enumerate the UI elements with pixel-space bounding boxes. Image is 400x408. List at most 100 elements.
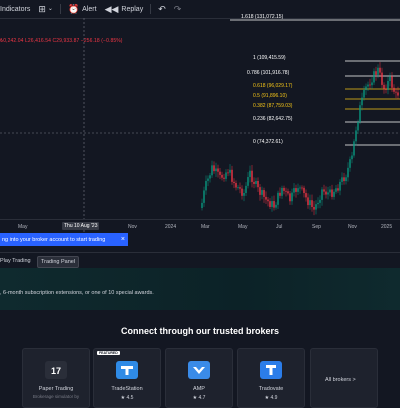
candle-body bbox=[331, 189, 333, 197]
fib-level-label: 0.618 (96,029.17) bbox=[253, 83, 293, 89]
fib-level-label: 0 (74,372.61) bbox=[253, 139, 283, 145]
candle-body bbox=[271, 201, 273, 207]
toolbar-divider bbox=[150, 4, 152, 14]
featured-badge: FEATURED bbox=[97, 351, 120, 355]
candle-body bbox=[305, 193, 307, 198]
candle-body bbox=[369, 84, 371, 86]
candle-body bbox=[387, 81, 389, 90]
candle-body bbox=[203, 190, 205, 203]
broker-card-tradestation[interactable]: FEATURED TradeStation ★ 4.5 bbox=[93, 348, 161, 408]
candlestick-plot[interactable] bbox=[0, 18, 400, 236]
candle-body bbox=[289, 193, 291, 202]
candle-body bbox=[251, 170, 253, 182]
candle-body bbox=[297, 188, 299, 192]
candle-body bbox=[247, 177, 249, 186]
broker-card-paper-trading[interactable]: 17 Paper Trading Brokerage simulator by bbox=[22, 348, 90, 408]
broker-card-tradovate[interactable]: Tradovate ★ 4.9 bbox=[237, 348, 305, 408]
alert-label: Alert bbox=[82, 5, 97, 13]
candle-body bbox=[283, 187, 285, 191]
svg-text:17: 17 bbox=[51, 366, 61, 376]
time-axis[interactable]: May Thu 10 Aug '23 Nov 2024 Mar May Jul … bbox=[0, 219, 400, 234]
replay-button[interactable]: ◀◀ Replay bbox=[101, 0, 148, 18]
candle-body bbox=[237, 187, 239, 189]
candle-body bbox=[315, 204, 317, 210]
candle-body bbox=[323, 189, 325, 192]
templates-button[interactable]: ⊞ ⌄ bbox=[34, 0, 57, 18]
notice-text: ng into your broker account to start tra… bbox=[2, 236, 106, 243]
indicators-button[interactable]: Indicators bbox=[0, 0, 34, 18]
tab-play-trading[interactable]: Play Trading bbox=[0, 256, 34, 266]
candle-body bbox=[393, 87, 395, 92]
templates-icon: ⊞ bbox=[38, 3, 46, 14]
indicators-label: Indicators bbox=[0, 5, 31, 13]
broker-card-all-brokers[interactable]: All brokers > bbox=[310, 348, 378, 408]
fib-level-label: 0.382 (87,759.03) bbox=[253, 103, 293, 109]
candle-body bbox=[367, 84, 369, 87]
replay-label: Replay bbox=[121, 5, 144, 13]
candle-body bbox=[265, 196, 267, 200]
all-brokers-link[interactable]: All brokers > bbox=[325, 377, 356, 383]
candle-body bbox=[391, 76, 393, 88]
promo-banner: , 6-month subscription extensions, or on… bbox=[0, 268, 400, 310]
redo-button[interactable]: ↷ bbox=[170, 0, 186, 18]
candle-body bbox=[211, 165, 213, 176]
close-icon[interactable]: × bbox=[121, 236, 125, 243]
broker-name: AMP bbox=[193, 386, 205, 392]
candle-body bbox=[261, 190, 263, 195]
candle-body bbox=[363, 89, 365, 98]
tradovate-logo-icon bbox=[260, 361, 282, 379]
time-axis-tick: Jul bbox=[276, 224, 283, 230]
candle-body bbox=[321, 189, 323, 200]
candle-body bbox=[209, 175, 211, 179]
undo-button[interactable]: ↶ bbox=[154, 0, 170, 18]
replay-icon: ◀◀ bbox=[104, 3, 119, 14]
candle-body bbox=[243, 192, 245, 196]
bottom-panel-tabs: Play Trading Trading Panel bbox=[0, 252, 400, 268]
amp-logo-icon bbox=[188, 361, 210, 379]
time-axis-tick: May bbox=[18, 224, 28, 230]
candle-body bbox=[355, 130, 357, 142]
candle-body bbox=[359, 105, 361, 123]
price-chart[interactable]: ₺0,242.04 L26,416.54 C29,933.87 −256.18 … bbox=[0, 14, 400, 236]
candle-body bbox=[395, 91, 397, 93]
broker-card-amp[interactable]: AMP ★ 4.7 bbox=[165, 348, 233, 408]
candle-body bbox=[235, 183, 237, 188]
fib-level-label: 0.5 (91,896.10) bbox=[253, 93, 287, 99]
candle-body bbox=[329, 189, 331, 193]
broker-login-notice[interactable]: ng into your broker account to start tra… bbox=[0, 233, 128, 246]
candle-body bbox=[335, 188, 337, 192]
candle-body bbox=[309, 200, 311, 206]
alert-button[interactable]: ⏰ Alert bbox=[64, 0, 101, 18]
candle-body bbox=[249, 170, 251, 178]
candle-body bbox=[295, 188, 297, 192]
candle-body bbox=[347, 167, 349, 178]
candle-body bbox=[207, 178, 209, 181]
candle-body bbox=[267, 199, 269, 202]
candle-body bbox=[325, 191, 327, 195]
broker-rating: ★ 4.9 bbox=[264, 395, 278, 401]
candle-body bbox=[327, 192, 329, 195]
candle-body bbox=[349, 159, 351, 168]
candle-body bbox=[333, 191, 335, 197]
candle-body bbox=[227, 172, 229, 174]
broker-name: Tradovate bbox=[258, 386, 284, 392]
candle-body bbox=[255, 180, 257, 184]
candle-body bbox=[319, 199, 321, 203]
candle-body bbox=[377, 67, 379, 75]
paper-trading-logo-icon: 17 bbox=[45, 361, 67, 379]
top-toolbar: Indicators ⊞ ⌄ ⏰ Alert ◀◀ Replay ↶ ↷ bbox=[0, 0, 400, 19]
candle-body bbox=[351, 155, 353, 160]
tab-trading-panel[interactable]: Trading Panel bbox=[37, 256, 80, 268]
candle-body bbox=[231, 169, 233, 182]
candle-body bbox=[373, 71, 375, 83]
candle-body bbox=[303, 187, 305, 194]
candle-body bbox=[365, 86, 367, 90]
time-axis-tick: Nov bbox=[348, 224, 357, 230]
candle-body bbox=[287, 191, 289, 194]
time-axis-tick: Nov bbox=[128, 224, 137, 230]
candle-body bbox=[353, 141, 355, 156]
redo-icon: ↷ bbox=[173, 3, 182, 14]
candle-body bbox=[293, 188, 295, 193]
candle-body bbox=[259, 187, 261, 195]
candle-body bbox=[275, 204, 277, 208]
